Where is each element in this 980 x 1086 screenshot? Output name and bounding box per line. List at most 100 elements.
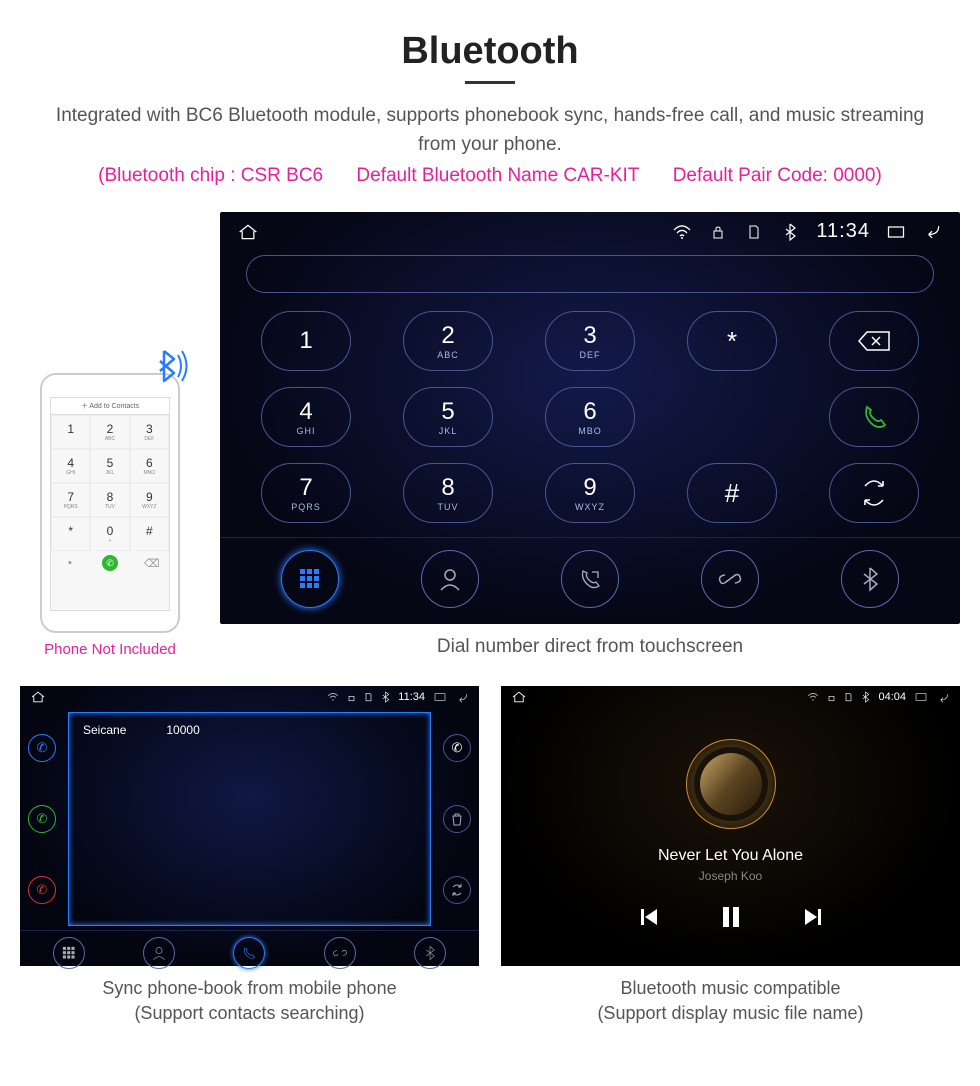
music-caption-2: (Support display music file name)	[597, 1003, 863, 1023]
home-icon[interactable]	[30, 691, 46, 703]
bluetooth-icon	[780, 222, 800, 242]
back-icon[interactable]	[455, 691, 469, 703]
pause-button[interactable]	[721, 905, 741, 929]
dial-key-4[interactable]: 4GHI	[261, 387, 351, 447]
nav-bluetooth[interactable]	[841, 550, 899, 608]
headunit-dialer: 11:34 1 2ABC 3DEF * 4GHI 5JKL 6MBO 7PQRS 8TUV 9WX…	[220, 212, 960, 624]
phone-add-contact: ＋ Add to Contacts	[51, 398, 169, 415]
phonebook-caption-1: Sync phone-book from mobile phone	[102, 978, 396, 998]
sd-icon	[844, 692, 853, 702]
phone-key: 9WXYZ	[130, 483, 169, 517]
dial-key-5[interactable]: 5JKL	[403, 387, 493, 447]
phone-key: 8TUV	[90, 483, 129, 517]
status-time: 11:34	[816, 220, 870, 243]
lock-icon	[347, 692, 356, 702]
nav-recent-calls[interactable]	[233, 937, 265, 969]
nav-contacts[interactable]	[143, 937, 175, 969]
contact-number: 10000	[166, 723, 199, 737]
phone-key: #	[130, 517, 169, 551]
video-icon: ▪	[64, 557, 76, 569]
previous-button[interactable]	[639, 906, 661, 928]
nav-bluetooth[interactable]	[414, 937, 446, 969]
music-caption-1: Bluetooth music compatible	[620, 978, 840, 998]
phone-key: 4GHI	[51, 449, 90, 483]
recent-apps-icon[interactable]	[433, 692, 447, 702]
phone-key: 3DEF	[130, 415, 169, 449]
spec-line: (Bluetooth chip : CSR BC6 Default Blueto…	[20, 165, 960, 187]
bluetooth-icon	[861, 691, 870, 703]
delete-icon[interactable]	[443, 805, 471, 833]
track-title: Never Let You Alone	[658, 847, 803, 865]
nav-pair[interactable]	[701, 550, 759, 608]
lock-icon	[827, 692, 836, 702]
back-icon[interactable]	[936, 691, 950, 703]
nav-pair[interactable]	[324, 937, 356, 969]
dial-key-9[interactable]: 9WXYZ	[545, 463, 635, 523]
nav-recent-calls[interactable]	[561, 550, 619, 608]
phone-key: 2ABC	[90, 415, 129, 449]
status-time: 04:04	[878, 691, 906, 703]
sync-icon[interactable]	[443, 876, 471, 904]
call-incoming-icon[interactable]: ✆	[28, 734, 56, 762]
phone-mock: ＋ Add to Contacts 12ABC3DEF 4GHI5JKL6MNO 7…	[40, 373, 180, 633]
phone-key: 6MNO	[130, 449, 169, 483]
dial-key-8[interactable]: 8TUV	[403, 463, 493, 523]
dial-key-6[interactable]: 6MBO	[545, 387, 635, 447]
bluetooth-waves-icon	[146, 341, 196, 391]
number-display	[246, 255, 934, 293]
wifi-icon	[672, 222, 692, 242]
bluetooth-icon	[381, 691, 390, 703]
wifi-icon	[327, 692, 339, 702]
next-button[interactable]	[801, 906, 823, 928]
phone-note: Phone Not Included	[20, 641, 200, 658]
title-underline	[465, 81, 515, 84]
home-icon[interactable]	[511, 691, 527, 703]
call-outgoing-icon[interactable]: ✆	[28, 805, 56, 833]
spec-code: Default Pair Code: 0000)	[673, 165, 882, 186]
dialer-caption: Dial number direct from touchscreen	[220, 636, 960, 658]
phone-key: 1	[51, 415, 90, 449]
contact-name: Seicane	[83, 723, 126, 737]
description: Integrated with BC6 Bluetooth module, su…	[50, 102, 930, 159]
phone-key: 7PQRS	[51, 483, 90, 517]
status-time: 11:34	[398, 691, 425, 703]
backspace-icon: ⌫	[144, 557, 156, 569]
nav-dialpad[interactable]	[53, 937, 85, 969]
back-icon[interactable]	[922, 222, 942, 242]
contact-list[interactable]: Seicane 10000	[68, 712, 431, 926]
phone-key: 5JKL	[90, 449, 129, 483]
sd-icon	[744, 222, 764, 242]
headunit-music: 04:04 Never Let You Alone Joseph Koo	[501, 686, 960, 966]
dial-key-#[interactable]: #	[687, 463, 777, 523]
headunit-phonebook: 11:34 ✆ ✆ ✆ Seicane 10000	[20, 686, 479, 966]
dial-key-3[interactable]: 3DEF	[545, 311, 635, 371]
swap-key[interactable]	[829, 463, 919, 523]
page-title: Bluetooth	[20, 30, 960, 73]
album-art	[686, 739, 776, 829]
call-missed-icon[interactable]: ✆	[28, 876, 56, 904]
phonebook-caption-2: (Support contacts searching)	[134, 1003, 364, 1023]
track-artist: Joseph Koo	[699, 869, 762, 883]
dial-key-2[interactable]: 2ABC	[403, 311, 493, 371]
backspace-key[interactable]	[829, 311, 919, 371]
spacer	[687, 387, 777, 447]
dial-key-1[interactable]: 1	[261, 311, 351, 371]
list-item[interactable]: Seicane 10000	[83, 723, 416, 737]
call-key[interactable]	[829, 387, 919, 447]
recent-apps-icon[interactable]	[914, 692, 928, 702]
recent-apps-icon[interactable]	[886, 222, 906, 242]
nav-dialpad[interactable]	[281, 550, 339, 608]
spec-name: Default Bluetooth Name CAR-KIT	[356, 165, 639, 186]
spec-chip: (Bluetooth chip : CSR BC6	[98, 165, 323, 186]
sd-icon	[364, 692, 373, 702]
phone-key: *	[51, 517, 90, 551]
wifi-icon	[807, 692, 819, 702]
nav-contacts[interactable]	[421, 550, 479, 608]
phone-dial-button: ✆	[102, 555, 118, 571]
dial-key-*[interactable]: *	[687, 311, 777, 371]
dial-key-7[interactable]: 7PQRS	[261, 463, 351, 523]
home-icon[interactable]	[238, 222, 258, 242]
phone-key: 0+	[90, 517, 129, 551]
lock-icon	[708, 222, 728, 242]
dial-contact-icon[interactable]: ✆	[443, 734, 471, 762]
